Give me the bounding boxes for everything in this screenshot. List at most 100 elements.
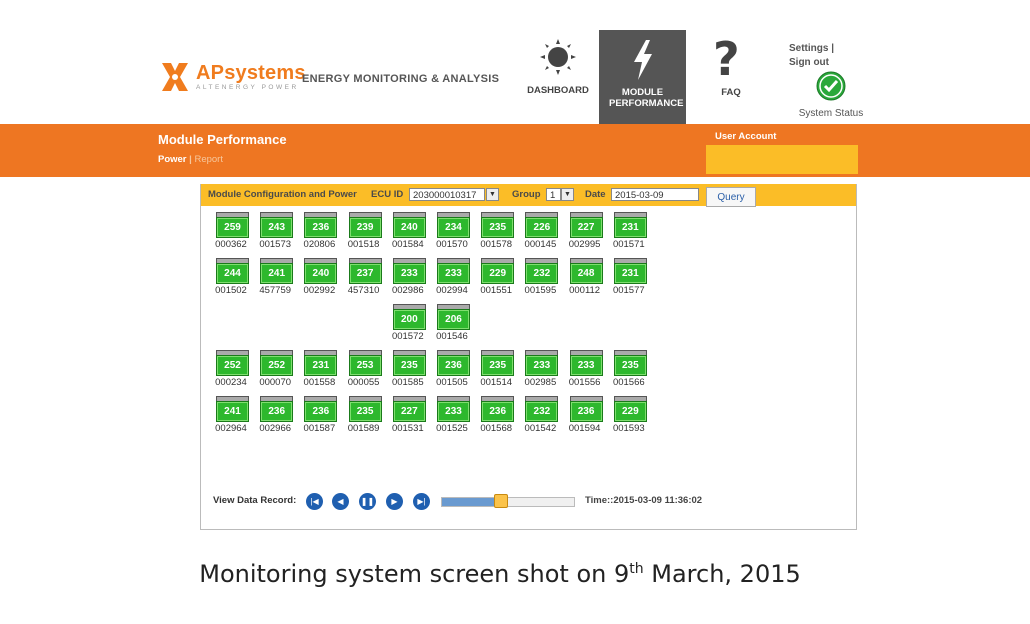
caption-superscript: th [629,561,644,577]
ecu-id-label: ECU ID [371,189,404,200]
module-power-value: 226 [525,217,559,238]
module-tile[interactable]: 239 001518 [346,212,386,250]
module-id: 002986 [391,285,424,296]
skip-to-end-icon[interactable]: ▶| [413,493,430,510]
playback-progress-fill [442,498,502,506]
module-tile[interactable]: 229 001593 [611,396,651,434]
module-tile[interactable]: 233 001556 [567,350,607,388]
module-tile[interactable]: 240 001584 [390,212,430,250]
skip-to-start-icon[interactable]: |◀ [306,493,323,510]
lightning-icon [634,40,652,80]
module-tile[interactable]: 229 001551 [478,258,518,296]
module-tile[interactable]: 236 001587 [301,396,341,434]
module-id: 002992 [303,285,336,296]
module-tile[interactable]: 252 000070 [257,350,297,388]
module-id: 002995 [568,239,601,250]
module-tile[interactable]: 241 457759 [257,258,297,296]
step-forward-icon[interactable]: ▶ [386,493,403,510]
module-tile[interactable]: 206 001546 [434,304,474,342]
module-tile[interactable]: 231 001577 [611,258,651,296]
module-tile[interactable]: 244 001502 [213,258,253,296]
module-tile[interactable]: 231 001571 [611,212,651,250]
question-icon: ? [713,32,740,86]
ecu-dropdown-icon[interactable]: ▼ [486,188,499,201]
module-tile[interactable]: 235 001585 [390,350,430,388]
module-tile[interactable]: 252 000234 [213,350,253,388]
nav-faq-label: FAQ [721,87,741,98]
system-status[interactable]: System Status [796,71,866,119]
module-id: 001558 [303,377,336,388]
module-tile[interactable]: 235 001566 [611,350,651,388]
module-id: 001556 [568,377,601,388]
module-tile[interactable]: 233 001525 [434,396,474,434]
checkmark-icon [816,71,846,101]
module-id: 001502 [215,285,247,296]
toolbar-title: Module Configuration and Power [208,189,357,200]
module-tile[interactable]: 243 001573 [257,212,297,250]
apsystems-logo[interactable]: APsystems ALTENERGY POWER [158,60,306,94]
module-power-value: 235 [392,355,426,376]
separator: | [189,154,192,165]
module-tile[interactable]: 200 001572 [390,304,430,342]
module-tile[interactable]: 241 002964 [213,396,253,434]
module-power-value: 240 [304,263,338,284]
module-id: 001546 [436,331,468,342]
module-tile[interactable]: 259 000362 [213,212,253,250]
date-input[interactable]: 2015-03-09 [611,188,699,201]
module-power-value: 248 [569,263,603,284]
playback-time: Time::2015-03-09 11:36:02 [585,495,703,506]
module-tile[interactable]: 233 002994 [434,258,474,296]
user-account-label: User Account [715,131,777,142]
module-power-value: 233 [437,401,470,422]
module-tile[interactable]: 248 000112 [567,258,607,296]
module-tile[interactable]: 232 001595 [522,258,562,296]
ecu-id-select[interactable]: 203000010317 [409,188,485,201]
caption-text-after: March, 2015 [643,560,801,588]
module-id: 001518 [347,239,380,250]
module-tile[interactable]: 237 457310 [346,258,386,296]
module-tile[interactable]: 236 002966 [257,396,297,434]
group-dropdown-icon[interactable]: ▼ [561,188,574,201]
module-power-value: 233 [525,355,559,376]
nav-dashboard[interactable]: DASHBOARD [522,30,594,124]
module-id: 001593 [612,423,645,434]
module-id: 000362 [215,239,247,250]
module-tile[interactable]: 253 000055 [346,350,386,388]
module-tile[interactable]: 240 002992 [301,258,341,296]
module-tile[interactable]: 236 001568 [478,396,518,434]
module-tile[interactable]: 233 002986 [390,258,430,296]
query-button[interactable]: Query [706,187,756,207]
module-power-value: 229 [613,401,647,422]
module-tile[interactable]: 236 001594 [567,396,607,434]
module-tile[interactable]: 231 001558 [301,350,341,388]
module-id: 002985 [524,377,557,388]
report-link[interactable]: Report [194,154,223,165]
module-id: 001551 [480,285,513,296]
module-tile[interactable]: 233 002985 [522,350,562,388]
module-tile[interactable]: 236 020806 [301,212,341,250]
settings-link[interactable]: Settings | [789,42,834,56]
module-tile[interactable]: 235 001514 [478,350,518,388]
module-tile[interactable]: 234 001570 [434,212,474,250]
power-link[interactable]: Power [158,154,187,165]
user-account-field[interactable] [706,145,858,174]
module-id: 000070 [259,377,292,388]
playback-slider[interactable] [441,494,575,508]
module-tile[interactable]: 227 002995 [567,212,607,250]
module-tile[interactable]: 235 001589 [346,396,386,434]
module-tile[interactable]: 227 001531 [390,396,430,434]
nav-module-performance[interactable]: MODULE PERFORMANCE [599,30,686,124]
module-power-value: 239 [348,217,382,238]
step-back-icon[interactable]: ◀ [332,493,349,510]
group-select[interactable]: 1 [546,188,561,201]
pause-icon[interactable]: ❚❚ [359,493,376,510]
playback-slider-thumb[interactable] [494,494,509,508]
module-tile[interactable]: 236 001505 [434,350,474,388]
module-tile[interactable]: 232 001542 [522,396,562,434]
module-tile[interactable]: 226 000145 [522,212,562,250]
module-tile[interactable]: 235 001578 [478,212,518,250]
module-power-value: 235 [481,355,515,376]
module-id: 000112 [569,285,601,296]
sign-out-link[interactable]: Sign out [789,56,834,70]
nav-faq[interactable]: ? FAQ [700,30,762,124]
